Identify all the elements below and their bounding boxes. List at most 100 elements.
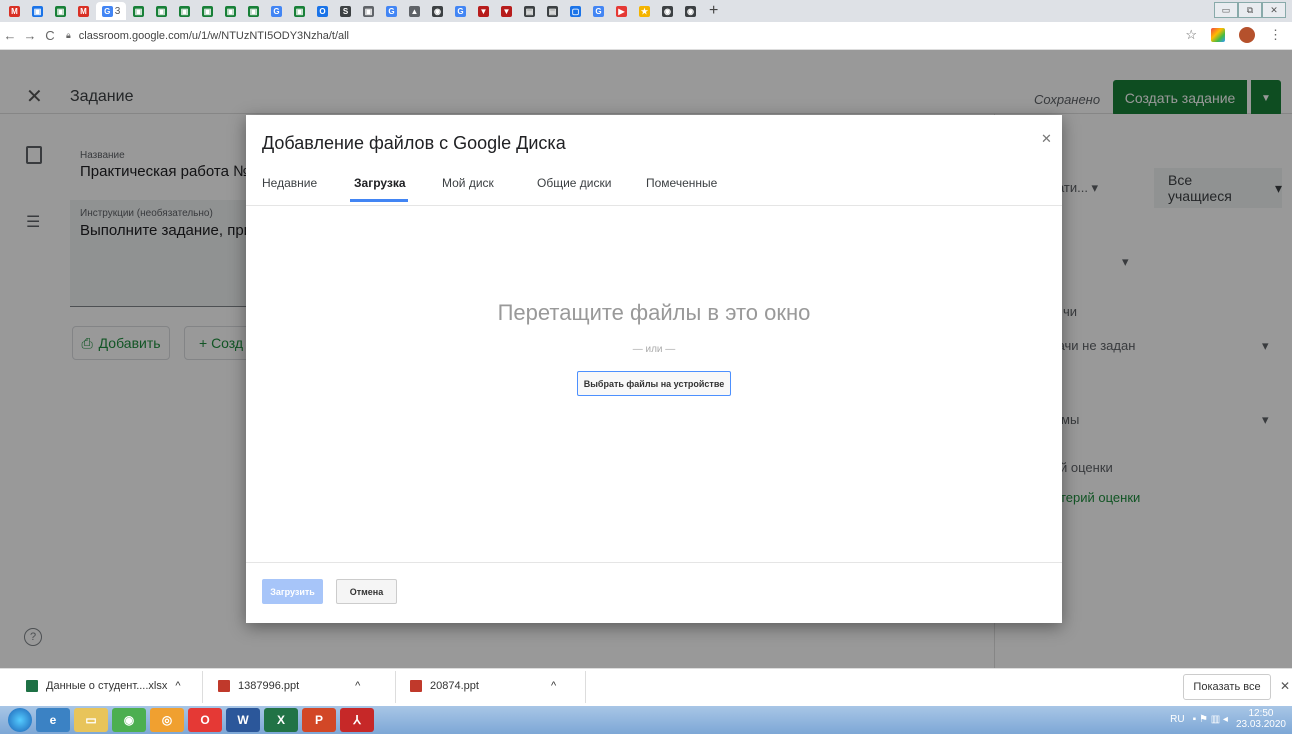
browser-tab[interactable]: ▲ xyxy=(404,2,425,20)
lock-icon: 🔒︎ xyxy=(66,30,71,40)
start-button[interactable] xyxy=(8,708,32,732)
chevron-up-icon[interactable]: ^ xyxy=(175,680,180,692)
clock[interactable]: 12:50 23.03.2020 xyxy=(1236,708,1286,730)
tab-favicon-icon: ▣ xyxy=(133,5,144,17)
tab-shared-drives[interactable]: Общие диски xyxy=(537,176,611,190)
browser-tab[interactable]: ▣ xyxy=(174,2,195,20)
download-item[interactable]: 20874.ppt ^ xyxy=(410,680,556,692)
tab-favicon-icon: ▣ xyxy=(32,5,43,17)
show-all-button[interactable]: Показать все xyxy=(1183,674,1271,700)
tab-favicon-icon: ▢ xyxy=(570,5,581,17)
chevron-up-icon[interactable]: ^ xyxy=(355,680,360,692)
tab-favicon-icon: G xyxy=(455,5,466,17)
browser-tab[interactable]: ▣ xyxy=(243,2,264,20)
browser-tab[interactable]: ▼ xyxy=(496,2,517,20)
app-icon[interactable]: ◎ xyxy=(150,708,184,732)
browser-tab[interactable]: ▶ xyxy=(611,2,632,20)
address-bar: ← → C 🔒︎ classroom.google.com/u/1/w/NTUz… xyxy=(0,22,1292,50)
profile-avatar[interactable] xyxy=(1239,27,1255,43)
pdf-reader-icon[interactable]: ⅄ xyxy=(340,708,374,732)
excel-icon[interactable]: X xyxy=(264,708,298,732)
browser-tab[interactable]: ▼ xyxy=(473,2,494,20)
language-indicator[interactable]: RU xyxy=(1170,714,1184,725)
browser-tab[interactable]: M xyxy=(73,2,94,20)
browser-tab[interactable]: ▢ xyxy=(565,2,586,20)
tab-favicon-icon: ◉ xyxy=(432,5,443,17)
browser-tab[interactable]: ▤ xyxy=(519,2,540,20)
minimize-button[interactable]: ▭ xyxy=(1214,2,1238,18)
tab-favicon-icon: G xyxy=(271,5,282,17)
browser-tab[interactable]: G xyxy=(381,2,402,20)
maximize-button[interactable]: ⧉ xyxy=(1238,2,1262,18)
browser-tab[interactable]: ▣ xyxy=(197,2,218,20)
ie-icon[interactable]: e xyxy=(36,708,70,732)
powerpoint-icon[interactable]: P xyxy=(302,708,336,732)
browser-tab[interactable]: ▣ xyxy=(128,2,149,20)
cancel-button[interactable]: Отмена xyxy=(336,579,397,604)
or-separator: — или — xyxy=(632,344,676,355)
tab-favicon-icon: G xyxy=(101,5,113,17)
tab-favicon-icon: ◉ xyxy=(662,5,673,17)
new-tab-button[interactable]: + xyxy=(709,2,725,20)
tab-starred[interactable]: Помеченные xyxy=(646,176,717,190)
chrome-icon[interactable]: ◉ xyxy=(112,708,146,732)
explorer-icon[interactable]: ▭ xyxy=(74,708,108,732)
browser-tab[interactable]: ▣ xyxy=(50,2,71,20)
browser-tab[interactable]: ★ xyxy=(634,2,655,20)
browser-tab[interactable]: G xyxy=(588,2,609,20)
dialog-footer-divider xyxy=(246,562,1062,563)
download-item[interactable]: 1387996.ppt ^ xyxy=(218,680,360,692)
browser-tab[interactable]: ▣ xyxy=(27,2,48,20)
tab-favicon-icon: ▼ xyxy=(478,5,489,17)
browser-tab[interactable]: ▣ xyxy=(220,2,241,20)
menu-icon[interactable]: ⋮ xyxy=(1269,27,1282,43)
browser-tab-strip: M ▣ ▣ M G 3 ▣ ▣ ▣ ▣ ▣ ▣ G ▣ O S ▣ G ▲ ◉ G ▼ ▼ ▤ ▤ ▢ G ▶ ★ ◉ ◉ + xyxy=(0,0,1292,22)
drop-zone-message: Перетащите файлы в это окно xyxy=(497,300,811,325)
close-window-button[interactable]: ✕ xyxy=(1262,2,1286,18)
browser-tab[interactable]: ▣ xyxy=(289,2,310,20)
browser-tab[interactable]: ◉ xyxy=(657,2,678,20)
close-downloads-icon[interactable]: ✕ xyxy=(1280,679,1290,693)
downloads-divider xyxy=(585,671,586,703)
choose-files-button[interactable]: Выбрать файлы на устройстве xyxy=(577,371,731,396)
download-item-name: 20874.ppt xyxy=(430,680,479,692)
tab-favicon-icon: ▣ xyxy=(55,5,66,17)
browser-tab[interactable]: G3 xyxy=(96,2,126,20)
tray-icons[interactable]: ▪ ⚑ ▥ ◂ xyxy=(1193,714,1228,725)
star-icon[interactable]: ☆ xyxy=(1185,27,1197,43)
windows-taskbar: e ▭ ◉ ◎ O W X P ⅄ xyxy=(0,706,1292,734)
browser-tab[interactable]: M xyxy=(4,2,25,20)
tab-favicon-icon: ▣ xyxy=(202,5,213,17)
url-field[interactable]: classroom.google.com/u/1/w/NTUzNTI5ODY3N… xyxy=(79,30,349,42)
tab-favicon-icon: G xyxy=(386,5,397,17)
chevron-up-icon[interactable]: ^ xyxy=(551,680,556,692)
browser-tab[interactable]: ▣ xyxy=(151,2,172,20)
back-icon[interactable]: ← xyxy=(0,28,20,43)
browser-tab[interactable]: S xyxy=(335,2,356,20)
browser-tab[interactable]: G xyxy=(266,2,287,20)
tab-recent[interactable]: Недавние xyxy=(262,176,317,190)
browser-tab[interactable]: ▤ xyxy=(542,2,563,20)
tab-favicon-icon: ▣ xyxy=(363,5,374,17)
reload-icon[interactable]: C xyxy=(40,28,60,43)
forward-icon[interactable]: → xyxy=(20,28,40,43)
ppt-file-icon xyxy=(218,680,230,692)
word-icon[interactable]: W xyxy=(226,708,260,732)
download-item-name: 1387996.ppt xyxy=(238,680,300,692)
browser-tab[interactable]: O xyxy=(312,2,333,20)
tab-favicon-icon: ▣ xyxy=(294,5,305,17)
browser-tab[interactable]: ▣ xyxy=(358,2,379,20)
tab-my-drive[interactable]: Мой диск xyxy=(442,176,494,190)
tab-upload[interactable]: Загрузка xyxy=(354,176,406,190)
browser-tab[interactable]: ◉ xyxy=(680,2,701,20)
active-tab-indicator xyxy=(350,199,408,202)
opera-icon[interactable]: O xyxy=(188,708,222,732)
tab-favicon-icon: ▣ xyxy=(179,5,190,17)
download-item[interactable]: Данные о студент....xlsx ^ xyxy=(26,680,181,692)
downloads-divider xyxy=(395,671,396,703)
browser-tab[interactable]: G xyxy=(450,2,471,20)
dialog-close-icon[interactable]: ✕ xyxy=(1041,131,1052,147)
upload-button[interactable]: Загрузить xyxy=(262,579,323,604)
browser-tab[interactable]: ◉ xyxy=(427,2,448,20)
extension-icon[interactable] xyxy=(1211,28,1225,42)
